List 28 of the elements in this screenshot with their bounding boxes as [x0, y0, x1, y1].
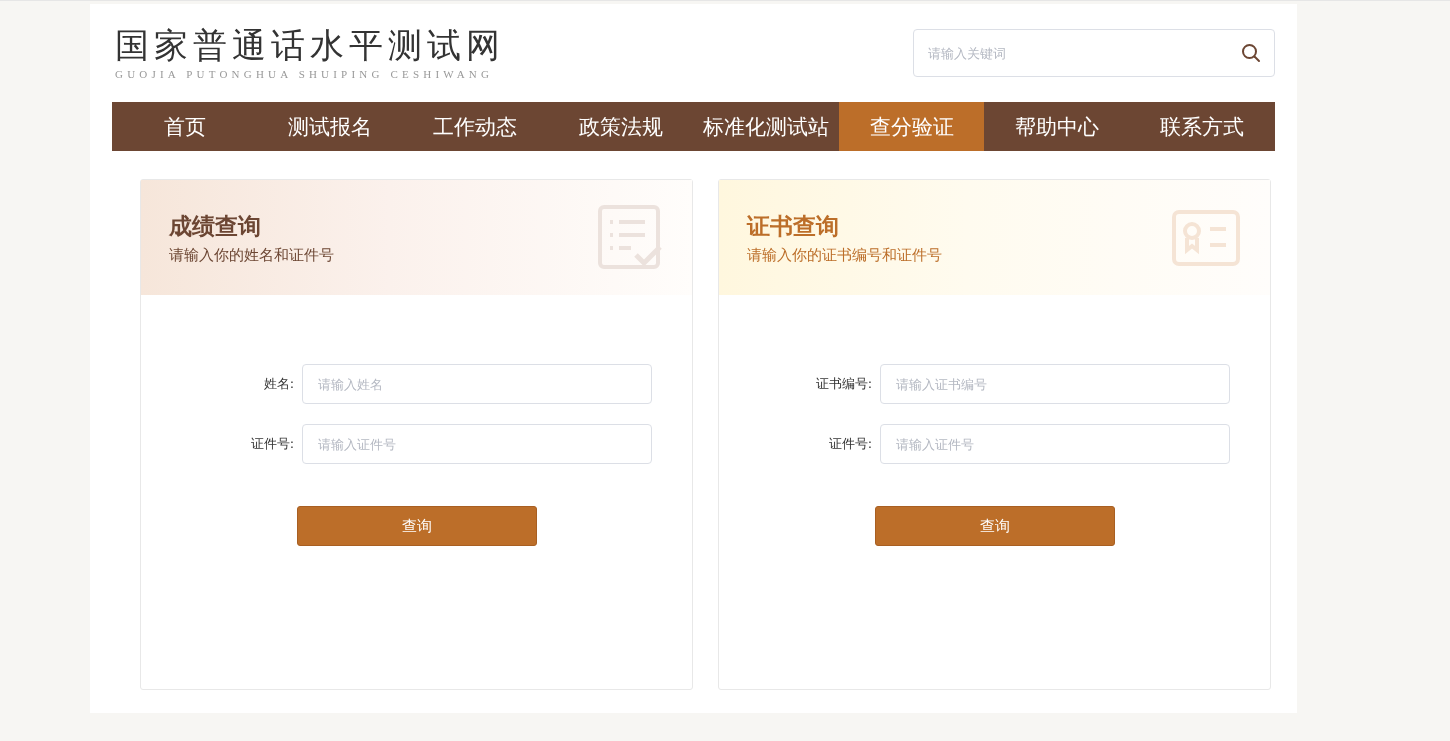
card-subtitle: 请输入你的证书编号和证件号	[747, 245, 942, 265]
nav-item[interactable]: 政策法规	[548, 102, 694, 151]
nav-item[interactable]: 工作动态	[402, 102, 549, 151]
field-label: 证件号:	[827, 435, 874, 453]
input-field[interactable]: 请输入证书编号	[880, 364, 1230, 404]
input-field[interactable]: 请输入证件号	[880, 424, 1230, 464]
nav-item[interactable]: 首页	[112, 102, 258, 151]
field-label: 姓名:	[262, 375, 296, 393]
input-field[interactable]: 请输入姓名	[302, 364, 652, 404]
search-icon[interactable]	[1241, 43, 1261, 63]
certificate-icon	[1172, 209, 1240, 266]
nav-item[interactable]: 测试报名	[257, 102, 403, 151]
field-label: 证书编号:	[814, 375, 874, 393]
site-logo-title[interactable]: 国家普通话水平测试网	[115, 26, 505, 64]
nav-item[interactable]: 联系方式	[1129, 102, 1275, 151]
checklist-icon	[598, 204, 662, 271]
field-label: 证件号:	[249, 435, 296, 453]
input-field[interactable]: 请输入证件号	[302, 424, 652, 464]
query-button[interactable]: 查询	[296, 506, 537, 546]
nav-item[interactable]: 帮助中心	[984, 102, 1130, 151]
query-button[interactable]: 查询	[874, 506, 1115, 546]
site-logo-subtitle: GUOJIA PUTONGHUA SHUIPING CESHIWANG	[115, 68, 495, 80]
card-title: 成绩查询	[169, 211, 262, 241]
card-title: 证书查询	[747, 211, 840, 241]
nav-item[interactable]: 查分验证	[838, 102, 985, 151]
card-subtitle: 请输入你的姓名和证件号	[169, 245, 334, 265]
nav-item[interactable]: 标准化测试站	[693, 102, 839, 151]
search-field[interactable]: 请输入关键词	[913, 29, 1275, 77]
